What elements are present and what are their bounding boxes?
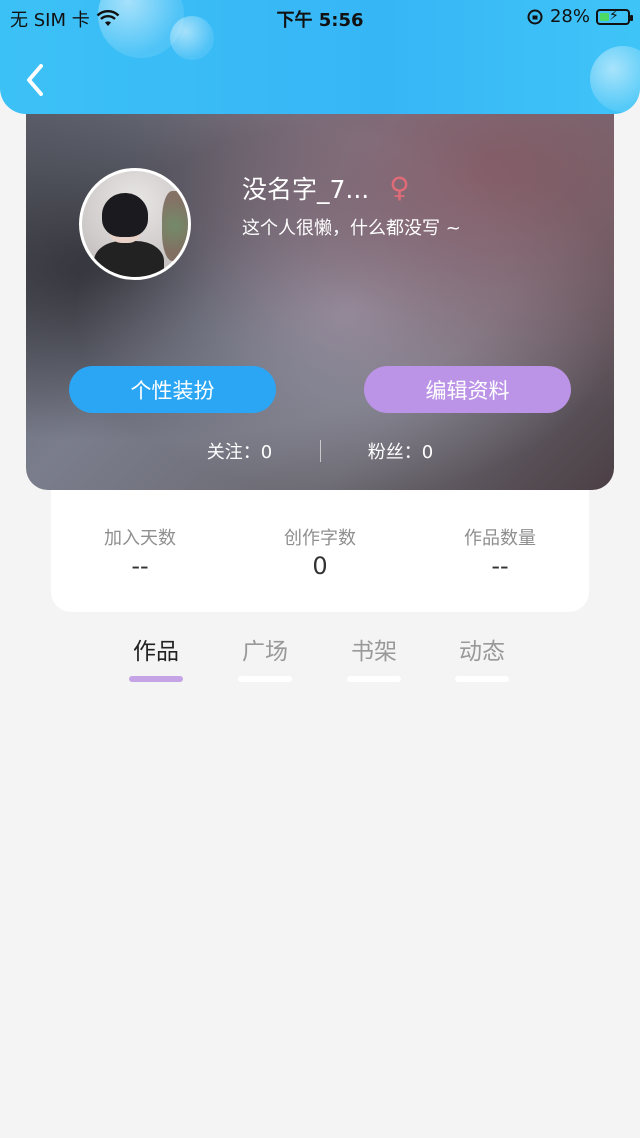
back-icon[interactable] <box>20 60 52 100</box>
tab-indicator <box>347 676 401 682</box>
tab-indicator <box>129 676 183 682</box>
decor-bubble <box>590 46 640 112</box>
edit-profile-button[interactable]: 编辑资料 <box>364 366 571 413</box>
female-gender-icon: ♀ <box>389 171 410 204</box>
tab-indicator <box>455 676 509 682</box>
creator-stats: 加入天数 -- 创作字数 0 作品数量 -- <box>51 470 589 612</box>
tab-indicator <box>238 676 292 682</box>
tab-activity[interactable]: 动态 <box>450 632 514 682</box>
dress-up-button[interactable]: 个性装扮 <box>69 366 276 413</box>
status-bar: 无 SIM 卡 下午 5:56 28% ⚡ <box>0 0 640 34</box>
stat-works-count: 作品数量 -- <box>464 528 536 580</box>
following-count[interactable]: 关注：0 <box>160 438 320 464</box>
tab-square[interactable]: 广场 <box>233 632 297 682</box>
content-tabs: 作品 广场 书架 动态 <box>0 626 640 686</box>
battery-percent: 28% <box>549 6 590 27</box>
fans-count[interactable]: 粉丝：0 <box>321 438 481 464</box>
orientation-lock-icon <box>527 9 543 24</box>
username-row: 没名字_7... ♀ <box>242 170 410 206</box>
follow-stats: 关注：0 粉丝：0 <box>26 438 614 464</box>
profile-bio: 这个人很懒，什么都没写 ~ <box>242 218 461 239</box>
profile-card: 没名字_7... ♀ 这个人很懒，什么都没写 ~ 个性装扮 编辑资料 关注：0 … <box>26 90 614 490</box>
tab-bookshelf[interactable]: 书架 <box>342 632 406 682</box>
battery-icon: ⚡ <box>596 8 633 25</box>
username: 没名字_7... <box>242 175 370 204</box>
top-header: 无 SIM 卡 下午 5:56 28% ⚡ <box>0 0 640 114</box>
stat-join-days: 加入天数 -- <box>104 528 176 580</box>
avatar[interactable] <box>79 168 191 280</box>
tab-works[interactable]: 作品 <box>124 632 188 682</box>
stat-word-count: 创作字数 0 <box>284 528 356 580</box>
